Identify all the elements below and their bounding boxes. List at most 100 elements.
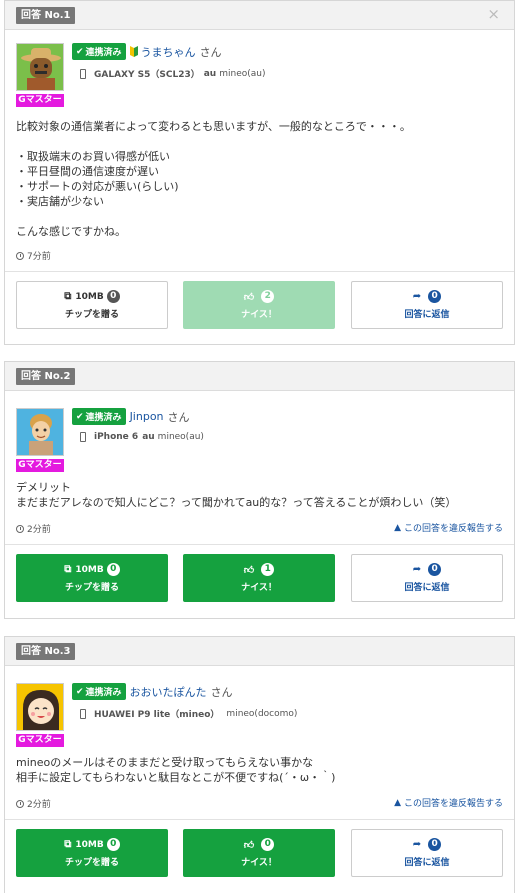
nice-label: ナイス！ [241,310,277,320]
device-line: GALAXY S5（SCL23） au mineo(au) [80,67,265,80]
nice-button[interactable]: 👍︎ 0 ナイス！ [183,829,335,877]
timestamp: 2分前 [16,522,51,535]
phone-icon [80,708,86,719]
beginner-mark-icon [129,46,138,57]
tip-amount: 10MB [75,839,104,850]
answer-header: 回答 No.2 [5,362,514,391]
report-label: この回答を違反報告する [403,799,503,809]
answer-message: 比較対象の通信業者によって変わるとも思いますが、一般的なところで・・・。 ・取扱… [16,120,411,238]
nice-label: ナイス！ [241,583,277,593]
user-line: ✔ 連携済み うまちゃん さん [72,43,222,60]
user-line: ✔ 連携済み おおいたぽんた さん [72,683,233,700]
device-model: HUAWEI P9 lite（mineo） [94,710,220,720]
check-icon: ✔ [76,686,84,697]
time-label: 2分前 [27,800,51,810]
tip-label: チップを贈る [64,583,119,593]
answer-message: mineoのメールはそのままだと受け取ってもらえない事かな 相手に設定してもらわ… [16,756,336,784]
phone-icon [80,68,86,79]
avatar[interactable] [16,408,64,456]
tip-label: チップを贈る [64,310,119,320]
user-name-link[interactable]: おおいたぽんた [130,684,207,700]
warning-icon: ▲ [394,522,401,533]
divider [5,819,514,820]
answer-card-2: 回答 No.2 Gマスター ✔ 連携済み Jinpon さん iPhone 6 a… [4,361,515,619]
thumbs-up-icon: 👍︎ [243,564,255,576]
answer-number-badge: 回答 No.1 [16,7,76,24]
answer-card-1: 回答 No.1 × Gマスター ✔ 連携済み うまちゃん さん GALAXY S5… [4,0,515,345]
divider [5,271,514,272]
linked-label: 連携済み [85,48,122,58]
tip-amount: 10MB [75,291,104,302]
honorific: さん [210,685,233,699]
reply-button[interactable]: ➦ 0 回答に返信 [351,829,503,877]
reply-count: 0 [428,563,442,576]
report-link[interactable]: ▲ この回答を違反報告する [394,796,503,810]
tip-button[interactable]: ⧉ 10MB 0 チップを贈る [16,281,168,329]
device-line: iPhone 6 au mineo(au) [80,432,204,442]
tip-count: 0 [106,290,120,303]
plan: mineo(au) [219,68,266,79]
thumbs-up-icon: 👍︎ [243,291,255,303]
avatar[interactable] [16,683,64,731]
reply-label: 回答に返信 [404,858,450,868]
device-line: HUAWEI P9 lite（mineo） mineo(docomo) [80,707,297,720]
action-row: ⧉ 10MB 0 チップを贈る 👍︎ 2 ナイス！ ➦ 0 回答に返信 [16,281,503,329]
gift-icon: ⧉ [64,291,72,302]
linked-label: 連携済み [85,688,122,698]
action-row: ⧉ 10MB 0 チップを贈る 👍︎ 1 ナイス！ ➦ 0 回答に返信 [16,554,503,602]
tip-count: 0 [106,563,120,576]
linked-badge: ✔ 連携済み [72,683,126,700]
clock-icon [16,799,24,808]
rank-badge: Gマスター [16,734,64,747]
nice-button[interactable]: 👍︎ 2 ナイス！ [183,281,335,329]
avatar[interactable] [16,43,64,91]
user-name-link[interactable]: うまちゃん [141,44,196,60]
report-label: この回答を違反報告する [403,524,503,534]
check-icon: ✔ [76,46,84,57]
device-model: GALAXY S5（SCL23） [94,70,200,80]
nice-count: 1 [261,563,275,576]
tip-button[interactable]: ⧉ 10MB 0 チップを贈る [16,554,168,602]
reply-label: 回答に返信 [404,583,450,593]
answer-body: Gマスター ✔ 連携済み Jinpon さん iPhone 6 au mineo(… [5,391,514,619]
thumbs-up-icon: 👍︎ [243,839,255,851]
reply-button[interactable]: ➦ 0 回答に返信 [351,281,503,329]
time-label: 7分前 [27,252,51,262]
reply-count: 0 [428,290,442,303]
clock-icon [16,251,24,260]
tip-label: チップを贈る [64,858,119,868]
reply-label: 回答に返信 [404,310,450,320]
answer-header: 回答 No.3 [5,637,514,666]
plan: mineo(au) [157,432,204,442]
answer-header: 回答 No.1 × [5,1,514,30]
carrier: au [203,68,217,79]
honorific: さん [199,45,222,59]
answer-body: Gマスター ✔ 連携済み うまちゃん さん GALAXY S5（SCL23） au… [5,30,514,345]
report-link[interactable]: ▲ この回答を違反報告する [394,521,503,535]
rank-badge: Gマスター [16,94,64,107]
answer-message: デメリット まだまだアレなので知人にどこ？って聞かれてau的な？って答えることが… [16,481,457,509]
linked-badge: ✔ 連携済み [72,408,126,425]
tip-button[interactable]: ⧉ 10MB 0 チップを贈る [16,829,168,877]
check-icon: ✔ [76,411,84,422]
answer-number-badge: 回答 No.3 [16,643,76,660]
clock-icon [16,524,24,533]
carrier: au [142,432,155,442]
answer-number-badge: 回答 No.2 [16,368,76,385]
rank-badge: Gマスター [16,459,64,472]
reply-button[interactable]: ➦ 0 回答に返信 [351,554,503,602]
reply-arrow-icon: ➦ [412,839,422,850]
user-name-link[interactable]: Jinpon [130,410,164,423]
user-line: ✔ 連携済み Jinpon さん [72,408,190,425]
linked-label: 連携済み [85,413,122,423]
reply-count: 0 [428,838,442,851]
tip-amount: 10MB [75,564,104,575]
close-icon[interactable]: × [487,6,500,22]
linked-badge: ✔ 連携済み [72,43,126,60]
warning-icon: ▲ [394,797,401,808]
action-row: ⧉ 10MB 0 チップを贈る 👍︎ 0 ナイス！ ➦ 0 回答に返信 [16,829,503,877]
nice-button[interactable]: 👍︎ 1 ナイス！ [183,554,335,602]
answer-card-3: 回答 No.3 Gマスター ✔ 連携済み おおいたぽんた さん HUAWEI P9… [4,636,515,893]
tip-count: 0 [106,838,120,851]
divider [5,544,514,545]
